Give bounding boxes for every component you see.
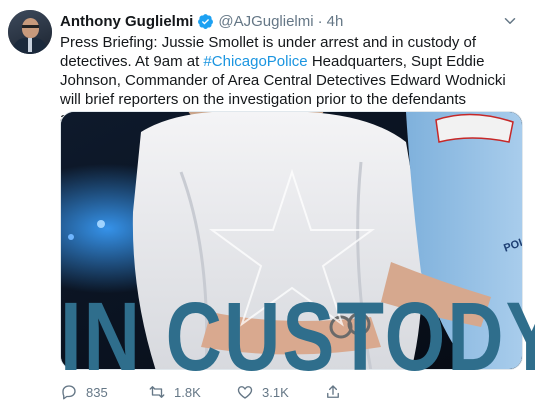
verified-badge-icon: [198, 13, 214, 29]
author-name[interactable]: Anthony Guglielmi: [60, 13, 193, 30]
author-handle[interactable]: @AJGuglielmi: [218, 13, 313, 30]
author-avatar[interactable]: [8, 10, 52, 54]
reply-icon: [62, 385, 76, 400]
like-count: 3.1K: [262, 384, 289, 400]
tweet[interactable]: Anthony Guglielmi @AJGuglielmi · 4h Pres…: [0, 0, 535, 411]
reply-button[interactable]: 835: [60, 383, 148, 401]
like-button[interactable]: 3.1K: [236, 383, 324, 401]
retweet-icon: [149, 386, 165, 398]
chevron-down-icon[interactable]: [501, 12, 519, 30]
hashtag-link[interactable]: #ChicagoPolice: [203, 53, 307, 70]
in-custody-overlay: IN CUSTODY: [60, 281, 535, 392]
share-icon: [327, 385, 339, 398]
tweet-header: Anthony Guglielmi @AJGuglielmi · 4h: [60, 11, 519, 31]
retweet-count: 1.8K: [174, 384, 201, 400]
tweet-actions: 835 1.8K 3.1K: [60, 381, 380, 403]
like-icon: [237, 386, 253, 399]
share-button[interactable]: [324, 383, 350, 401]
retweet-button[interactable]: 1.8K: [148, 383, 236, 401]
separator-dot: ·: [317, 12, 323, 30]
tweet-timestamp[interactable]: 4h: [327, 13, 344, 30]
reply-count: 835: [86, 384, 108, 400]
